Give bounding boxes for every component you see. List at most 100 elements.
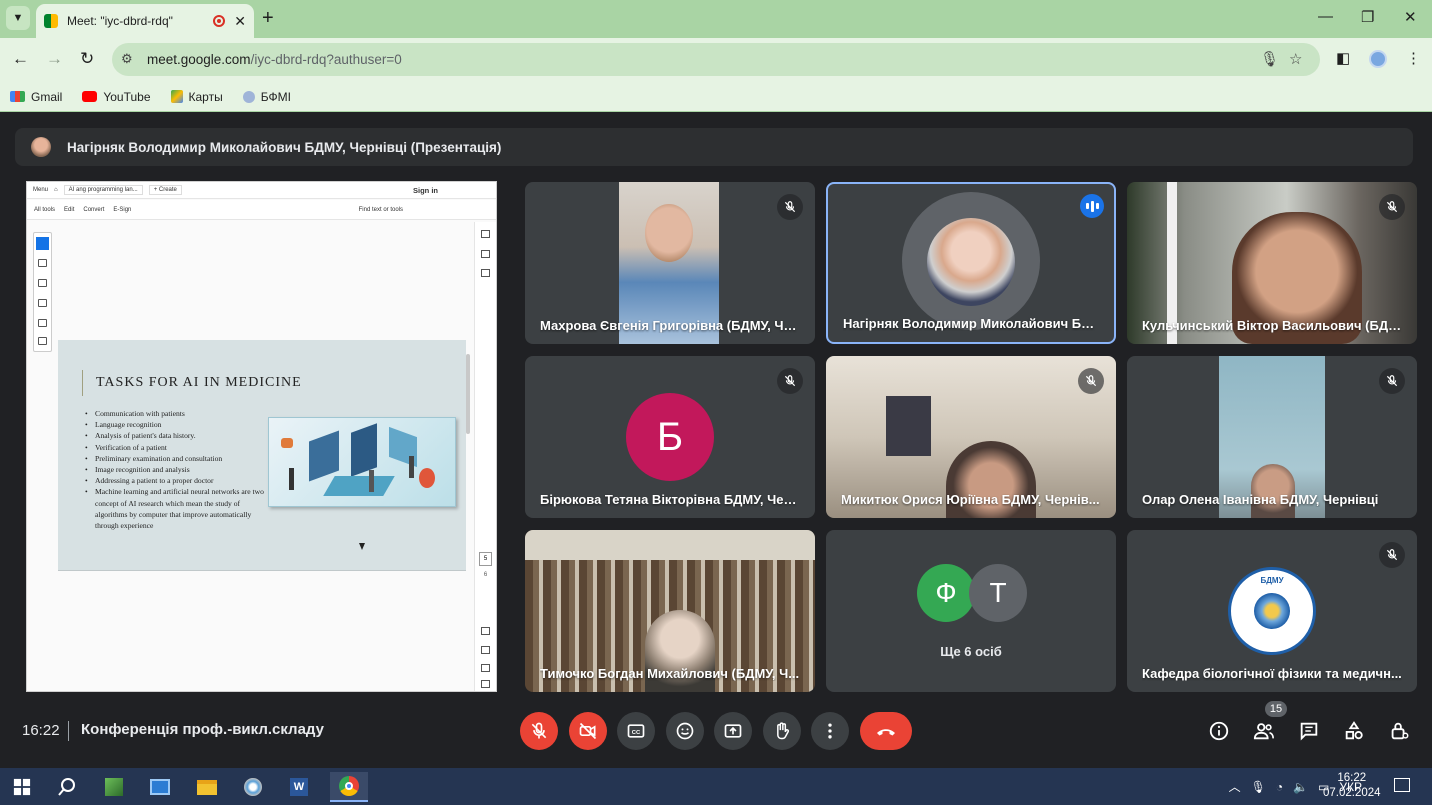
pdf-tool-convert: Convert [83,206,105,213]
bullet: Communication with patients [85,408,265,419]
taskbar-app-1[interactable] [99,772,129,802]
bullet: Image recognition and analysis [85,464,265,475]
participant-name: Олар Олена Іванівна БДМУ, Чернівці [1142,492,1379,507]
taskbar-file-explorer[interactable] [192,772,222,802]
taskbar-app-3[interactable] [238,772,268,802]
volume-icon[interactable]: 🔈 [1293,780,1308,794]
app-icon [244,778,262,796]
browser-toolbar: ← → ↻ ⚙ meet.google.com/iyc-dbrd-rdq?aut… [0,38,1432,82]
shared-screen[interactable]: Menu ⌂ AI ang programming lan... + Creat… [26,181,497,692]
recording-icon [213,15,226,27]
home-icon: ⌂ [54,187,58,193]
bullet: Machine learning and artificial neural n… [85,486,265,531]
info-icon [1209,721,1229,741]
captions-button[interactable]: CC [617,712,655,750]
meet-favicon-icon [44,14,58,28]
participant-name: Кульчинський Віктор Васильович (БДМ... [1142,318,1402,333]
more-options-button[interactable] [811,712,849,750]
microphone-tray-icon[interactable]: 🎙 [1251,780,1266,794]
mouse-cursor-icon [359,543,365,550]
system-clock[interactable]: 16:22 07.02.2024 [1323,771,1381,801]
pdf-tool-esign: E-Sign [113,206,132,213]
meeting-info-button[interactable] [1206,718,1232,744]
bookmark-maps[interactable]: Карты [170,90,223,104]
microphone-icon[interactable]: 🎙 [1260,50,1279,68]
profile-avatar[interactable] [1369,50,1387,68]
taskbar-word[interactable]: W [284,772,314,802]
leave-call-button[interactable] [860,712,912,750]
bullet: Preliminary examination and consultation [85,453,265,464]
ai-medicine-illustration [268,417,456,507]
microphone-toggle-button[interactable] [520,712,558,750]
mic-off-icon [1379,542,1405,568]
raise-hand-button[interactable] [763,712,801,750]
mic-off-icon [1379,368,1405,394]
present-screen-button[interactable] [714,712,752,750]
forward-button[interactable]: → [46,49,63,69]
camera-toggle-button[interactable] [569,712,607,750]
participant-tile[interactable]: Тимочко Богдан Михайлович (БДМУ, Ч... [525,530,815,692]
meeting-controls: 16:22 Конференція проф.-викл.складу CC 1… [0,701,1432,768]
network-icon[interactable]: ◔ [1276,780,1283,794]
taskbar-app-2[interactable] [145,772,175,802]
globe-icon [242,90,255,103]
participant-tile[interactable]: Б Бірюкова Тетяна Вікторівна БДМУ, Чер..… [525,356,815,518]
bookmark-bfmi[interactable]: БФМІ [242,90,291,104]
close-tab-icon[interactable]: ✕ [234,13,246,30]
bookmark-gmail[interactable]: Gmail [10,90,62,104]
tab-search-button[interactable]: ▼ [6,6,30,30]
participant-tile[interactable]: Олар Олена Іванівна БДМУ, Чернівці [1127,356,1417,518]
word-icon: W [290,778,308,796]
slide-bullets: Communication with patients Language rec… [85,408,265,531]
activities-button[interactable] [1341,718,1367,744]
browser-chrome: ▼ Meet: "iyc-dbrd-rdq" ✕ + — ❐ ✕ ← → ↻ ⚙… [0,0,1432,112]
notifications-icon[interactable] [1394,778,1410,792]
close-window-button[interactable]: ✕ [1404,8,1417,26]
presenter-avatar [31,137,51,157]
address-bar[interactable]: ⚙ meet.google.com/iyc-dbrd-rdq?authuser=… [112,43,1320,76]
mic-off-icon [531,722,547,739]
divider [68,721,69,741]
windows-logo-icon [13,778,31,796]
start-button[interactable] [7,772,37,802]
taskbar-chrome[interactable] [330,772,368,802]
reactions-button[interactable] [666,712,704,750]
hang-up-icon [877,729,895,736]
back-button[interactable]: ← [12,49,29,69]
participant-avatar [927,218,1015,306]
pdf-create: + Create [148,185,182,195]
more-participants-tile[interactable]: Ф Т Ще 6 осіб [826,530,1116,692]
pdf-left-tools [33,232,52,352]
participant-tile-speaking[interactable]: Нагірняк Володимир Миколайович БД... [826,182,1116,344]
participant-tile[interactable]: БДМУ Кафедра біологічної фізики та медич… [1127,530,1417,692]
chat-button[interactable] [1296,718,1322,744]
participant-name: Махрова Євгенія Григорівна (БДМУ, Че... [540,318,800,333]
reload-button[interactable]: ↻ [80,49,94,69]
site-info-icon[interactable]: ⚙ [121,51,133,67]
chat-icon [1300,722,1318,741]
browser-menu-icon[interactable]: ⋮ [1406,49,1421,67]
people-button[interactable] [1251,718,1277,744]
maps-icon [170,90,183,103]
browser-tab[interactable]: Meet: "iyc-dbrd-rdq" ✕ [36,4,254,38]
lock-person-icon [1391,722,1409,740]
speaking-indicator-icon [1080,194,1104,218]
tab-strip: ▼ Meet: "iyc-dbrd-rdq" ✕ + — ❐ ✕ [0,0,1432,38]
tray-expand-icon[interactable]: ︿ [1229,778,1241,795]
bookmark-youtube[interactable]: YouTube [82,90,151,104]
search-button[interactable] [52,772,82,802]
side-panel-icon[interactable]: ◧ [1336,49,1350,67]
participant-tile[interactable]: Микитюк Орися Юріївна БДМУ, Чернів... [826,356,1116,518]
meet-stage: Нагірняк Володимир Миколайович БДМУ, Чер… [0,112,1432,768]
participant-name: Бірюкова Тетяна Вікторівна БДМУ, Чер... [540,492,800,507]
participant-tile[interactable]: Махрова Євгенія Григорівна (БДМУ, Че... [525,182,815,344]
pdf-right-tools: 5 6 [474,222,496,691]
new-tab-button[interactable]: + [262,7,274,30]
minimize-button[interactable]: — [1318,8,1333,25]
participant-tile[interactable]: Кульчинський Віктор Васильович (БДМ... [1127,182,1417,344]
present-icon [724,724,742,738]
more-participants-label: Ще 6 осіб [940,644,1002,659]
bookmark-star-icon[interactable]: ☆ [1289,50,1302,68]
host-controls-button[interactable] [1386,718,1412,744]
restore-button[interactable]: ❐ [1361,8,1374,26]
